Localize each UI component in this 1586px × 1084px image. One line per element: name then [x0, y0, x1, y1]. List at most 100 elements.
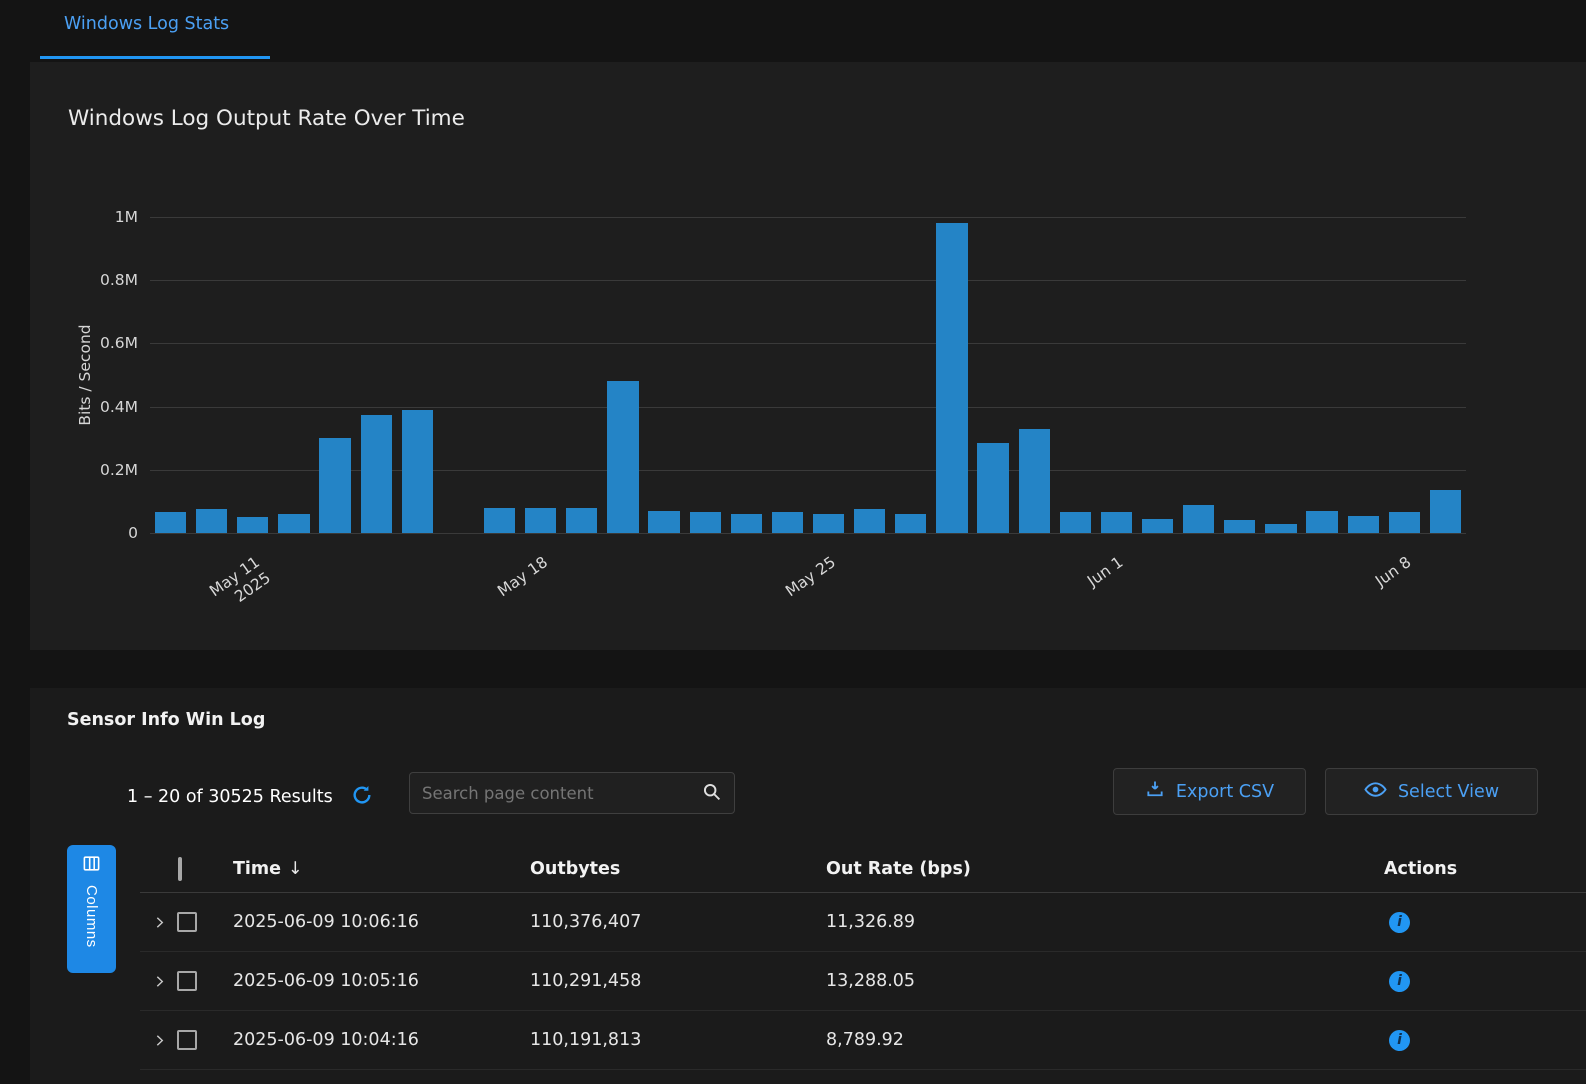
- bar-may-18[interactable]: [525, 508, 556, 533]
- y-tick-label: 0.8M: [100, 270, 138, 290]
- columns-button-label: Columns: [83, 885, 100, 948]
- bar-may-11[interactable]: [237, 517, 268, 533]
- x-tick-label: May 112025: [206, 553, 274, 617]
- bar-may-15[interactable]: [402, 410, 433, 533]
- y-tick-label: 0.4M: [100, 397, 138, 417]
- bar-may-31[interactable]: [1060, 512, 1091, 533]
- sort-desc-arrow-icon: ↓: [288, 859, 303, 879]
- chevron-right-icon[interactable]: [152, 974, 167, 989]
- gridline: [150, 407, 1466, 408]
- select-view-label: Select View: [1398, 782, 1499, 802]
- export-csv-label: Export CSV: [1176, 782, 1274, 802]
- row-select-cell: [140, 971, 233, 991]
- gridline: [150, 343, 1466, 344]
- page: Windows Log Stats Windows Log Output Rat…: [0, 0, 1586, 1084]
- table-panel: Sensor Info Win Log 1 – 20 of 30525 Resu…: [30, 688, 1586, 1084]
- info-icon[interactable]: i: [1389, 1030, 1410, 1051]
- results-count-text: 1 – 20 of 30525 Results: [127, 787, 333, 807]
- bar-jun-6[interactable]: [1306, 511, 1337, 533]
- bar-may-26[interactable]: [854, 509, 885, 533]
- bar-jun-1[interactable]: [1101, 512, 1132, 533]
- cell-time: 2025-06-09 10:05:16: [233, 971, 530, 991]
- row-checkbox[interactable]: [177, 971, 197, 991]
- cell-actions: i: [1384, 912, 1586, 933]
- row-select-cell: [140, 912, 233, 932]
- export-csv-button[interactable]: Export CSV: [1113, 768, 1306, 815]
- bar-may-9[interactable]: [155, 512, 186, 533]
- bar-jun-9[interactable]: [1430, 490, 1461, 533]
- bar-jun-7[interactable]: [1348, 516, 1379, 533]
- eye-icon: [1364, 778, 1387, 806]
- select-view-button[interactable]: Select View: [1325, 768, 1538, 815]
- cell-out-rate: 11,326.89: [826, 912, 1384, 932]
- cell-outbytes: 110,191,813: [530, 1030, 826, 1050]
- bar-may-22[interactable]: [690, 512, 721, 533]
- chevron-right-icon[interactable]: [152, 1033, 167, 1048]
- table-header-row: Time ↓ Outbytes Out Rate (bps) Actions: [140, 845, 1586, 893]
- results-summary: 1 – 20 of 30525 Results: [127, 784, 373, 809]
- search-icon[interactable]: [701, 781, 722, 806]
- tab-windows-log-stats[interactable]: Windows Log Stats: [64, 14, 229, 34]
- table-body: 2025-06-09 10:06:16110,376,40711,326.89i…: [140, 893, 1586, 1070]
- table-row[interactable]: 2025-06-09 10:04:16110,191,8138,789.92i: [140, 1011, 1586, 1070]
- row-checkbox[interactable]: [177, 912, 197, 932]
- bar-may-27[interactable]: [895, 514, 926, 533]
- y-tick-label: 1M: [115, 207, 138, 227]
- cell-actions: i: [1384, 971, 1586, 992]
- columns-button[interactable]: Columns: [67, 845, 116, 973]
- bar-may-23[interactable]: [731, 514, 762, 533]
- header-outbytes[interactable]: Outbytes: [530, 859, 826, 879]
- select-all-checkbox[interactable]: [178, 857, 182, 881]
- gridline: [150, 280, 1466, 281]
- y-tick-label: 0.6M: [100, 333, 138, 353]
- bar-may-21[interactable]: [648, 511, 679, 533]
- search-box: [409, 772, 735, 814]
- refresh-button[interactable]: [351, 784, 373, 809]
- bar-jun-3[interactable]: [1183, 505, 1214, 533]
- header-actions: Actions: [1384, 859, 1586, 879]
- tab-active-underline: [40, 56, 270, 59]
- cell-outbytes: 110,291,458: [530, 971, 826, 991]
- bar-jun-5[interactable]: [1265, 524, 1296, 533]
- columns-grid-icon: [82, 854, 101, 876]
- info-icon[interactable]: i: [1389, 971, 1410, 992]
- refresh-icon: [351, 784, 373, 809]
- bar-may-14[interactable]: [361, 415, 392, 534]
- info-icon[interactable]: i: [1389, 912, 1410, 933]
- bar-jun-2[interactable]: [1142, 519, 1173, 533]
- chevron-right-icon[interactable]: [152, 915, 167, 930]
- cell-time: 2025-06-09 10:04:16: [233, 1030, 530, 1050]
- y-tick-label: 0.2M: [100, 460, 138, 480]
- download-icon: [1145, 779, 1165, 804]
- x-tick-label: May 18: [494, 553, 551, 601]
- bar-may-29[interactable]: [977, 443, 1008, 533]
- bar-may-13[interactable]: [319, 438, 350, 533]
- search-input[interactable]: [422, 784, 701, 803]
- table-row[interactable]: 2025-06-09 10:06:16110,376,40711,326.89i: [140, 893, 1586, 952]
- bar-may-25[interactable]: [813, 514, 844, 533]
- row-select-cell: [140, 1030, 233, 1050]
- bar-may-24[interactable]: [772, 512, 803, 533]
- bar-jun-8[interactable]: [1389, 512, 1420, 533]
- bar-may-28[interactable]: [936, 223, 967, 533]
- x-tick-label: Jun 1: [1084, 553, 1127, 591]
- bar-may-10[interactable]: [196, 509, 227, 533]
- gridline: [150, 533, 1466, 534]
- bar-may-19[interactable]: [566, 508, 597, 533]
- table-row[interactable]: 2025-06-09 10:05:16110,291,45813,288.05i: [140, 952, 1586, 1011]
- bar-may-17[interactable]: [484, 508, 515, 533]
- header-time-label: Time: [233, 859, 281, 879]
- plot-area: [150, 217, 1466, 533]
- bar-may-30[interactable]: [1019, 429, 1050, 533]
- x-axis-tick-labels: May 112025May 18May 25Jun 1Jun 8: [150, 541, 1466, 646]
- chart-title: Windows Log Output Rate Over Time: [68, 106, 465, 131]
- header-time[interactable]: Time ↓: [233, 859, 530, 879]
- bar-may-12[interactable]: [278, 514, 309, 533]
- y-axis-tick-labels: 00.2M0.4M0.6M0.8M1M: [30, 217, 144, 533]
- row-checkbox[interactable]: [177, 1030, 197, 1050]
- bar-may-20[interactable]: [607, 381, 638, 533]
- x-tick-label: Jun 8: [1372, 553, 1415, 591]
- header-out-rate[interactable]: Out Rate (bps): [826, 859, 1384, 879]
- chart-panel: Windows Log Output Rate Over Time Bits /…: [30, 62, 1586, 650]
- bar-jun-4[interactable]: [1224, 520, 1255, 533]
